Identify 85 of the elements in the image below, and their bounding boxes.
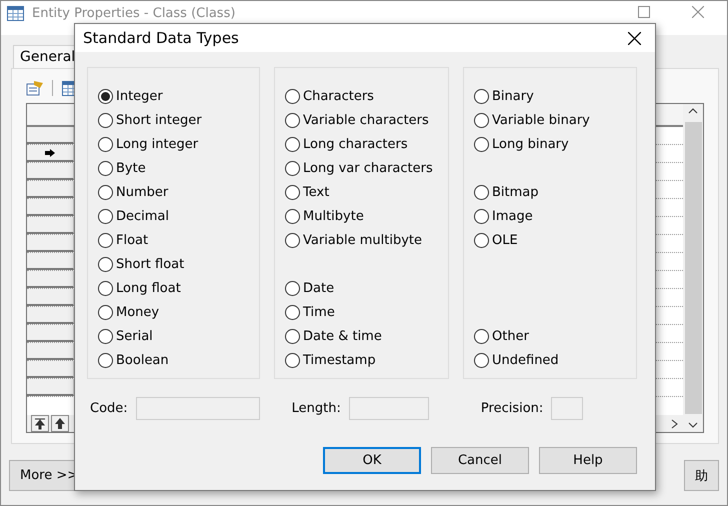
scroll-right-icon[interactable] — [671, 418, 679, 428]
radio-option[interactable]: Bitmap — [474, 180, 636, 204]
move-up-icon[interactable] — [51, 415, 69, 432]
radio-icon[interactable] — [285, 136, 300, 152]
radio-icon[interactable] — [474, 88, 489, 104]
field-label: Code: — [90, 401, 128, 416]
radio-option[interactable]: Variable binary — [474, 108, 636, 132]
button[interactable]: OK — [323, 447, 421, 474]
button[interactable]: Cancel — [431, 447, 529, 474]
radio-icon[interactable] — [285, 352, 300, 368]
properties-icon[interactable] — [26, 80, 44, 96]
radio-icon[interactable] — [474, 184, 489, 200]
radio-icon[interactable] — [285, 280, 300, 296]
maximize-icon[interactable] — [638, 6, 650, 18]
radio-icon[interactable] — [98, 304, 113, 320]
radio-icon[interactable] — [285, 208, 300, 224]
radio-option[interactable]: Long characters — [285, 132, 448, 156]
radio-icon[interactable] — [98, 280, 113, 296]
radio-option[interactable]: Integer — [98, 84, 259, 108]
radio-option[interactable]: Date — [285, 276, 448, 300]
radio-option[interactable]: Variable characters — [285, 108, 448, 132]
radio-option[interactable]: Float — [98, 228, 259, 252]
radio-option[interactable]: Characters — [285, 84, 448, 108]
dialog-title: Standard Data Types — [83, 29, 239, 47]
field-label: Length: — [292, 401, 341, 416]
radio-icon[interactable] — [98, 256, 113, 272]
radio-option[interactable]: Time — [285, 300, 448, 324]
radio-option[interactable]: Money — [98, 300, 259, 324]
radio-icon[interactable] — [98, 208, 113, 224]
table-icon — [7, 6, 24, 21]
radio-option[interactable]: Binary — [474, 84, 636, 108]
radio-icon[interactable] — [285, 328, 300, 344]
radio-icon[interactable] — [98, 136, 113, 152]
radio-icon[interactable] — [98, 160, 113, 176]
radio-option[interactable]: Serial — [98, 324, 259, 348]
move-top-icon[interactable] — [31, 415, 49, 432]
radio-option[interactable]: Date & time — [285, 324, 448, 348]
radio-option[interactable]: Variable multibyte — [285, 228, 448, 252]
radio-option[interactable]: Number — [98, 180, 259, 204]
separator-icon — [52, 80, 54, 96]
input-field[interactable] — [551, 397, 584, 420]
radio-icon[interactable] — [474, 232, 489, 248]
radio-icon[interactable] — [474, 328, 489, 344]
radio-icon[interactable] — [98, 232, 113, 248]
radio-icon[interactable] — [285, 304, 300, 320]
radio-option[interactable]: Long var characters — [285, 156, 448, 180]
radio-option[interactable]: Long integer — [98, 132, 259, 156]
radio-option[interactable]: Boolean — [98, 348, 259, 372]
arrow-icon — [45, 148, 55, 156]
radio-option[interactable]: Long float — [98, 276, 259, 300]
field-label: Precision: — [480, 401, 544, 416]
radio-option[interactable]: Byte — [98, 156, 259, 180]
radio-icon[interactable] — [285, 184, 300, 200]
radio-icon[interactable] — [474, 208, 489, 224]
radio-icon[interactable] — [285, 88, 300, 104]
radio-icon[interactable] — [474, 352, 489, 368]
row-header[interactable] — [27, 145, 74, 162]
radio-icon[interactable] — [474, 136, 489, 152]
radio-icon[interactable] — [474, 112, 489, 128]
button[interactable]: 助 — [684, 460, 719, 491]
radio-icon[interactable] — [98, 88, 113, 104]
radio-icon[interactable] — [98, 328, 113, 344]
radio-option[interactable]: Multibyte — [285, 204, 448, 228]
input-field[interactable] — [136, 397, 260, 420]
close-icon[interactable] — [692, 6, 704, 18]
radio-option[interactable]: Short integer — [98, 108, 259, 132]
radio-icon[interactable] — [285, 232, 300, 248]
radio-option[interactable]: Timestamp — [285, 348, 448, 372]
radio-option[interactable]: Long binary — [474, 132, 636, 156]
radio-option[interactable]: Undefined — [474, 348, 636, 372]
radio-icon[interactable] — [285, 112, 300, 128]
scrollbar[interactable] — [683, 104, 703, 432]
button[interactable]: Help — [539, 447, 637, 474]
window-title: Entity Properties - Class (Class) — [32, 6, 236, 21]
radio-option[interactable]: OLE — [474, 228, 636, 252]
radio-option[interactable]: Image — [474, 204, 636, 228]
radio-option[interactable]: Decimal — [98, 204, 259, 228]
radio-option[interactable]: Text — [285, 180, 448, 204]
radio-icon[interactable] — [98, 184, 113, 200]
input-field[interactable] — [348, 397, 429, 420]
radio-option[interactable]: Short float — [98, 252, 259, 276]
radio-icon[interactable] — [98, 112, 113, 128]
radio-icon[interactable] — [98, 352, 113, 368]
radio-icon[interactable] — [285, 160, 300, 176]
radio-option[interactable]: Other — [474, 324, 636, 348]
